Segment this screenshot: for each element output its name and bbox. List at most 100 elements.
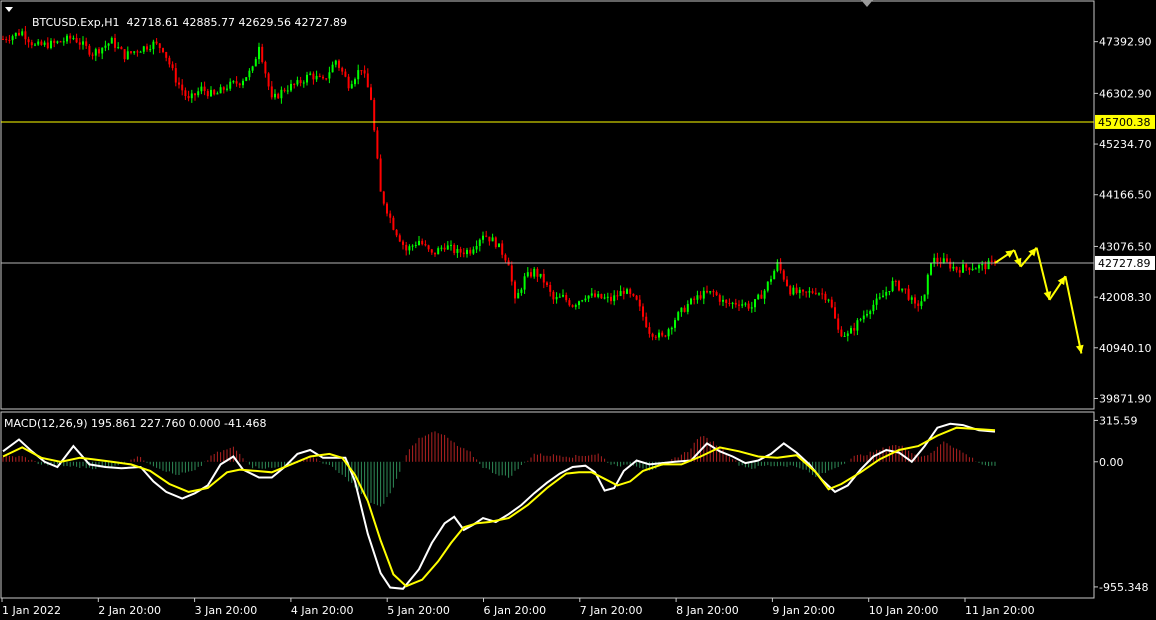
candle-body xyxy=(245,77,248,81)
candle-body xyxy=(434,252,436,255)
candle-body xyxy=(382,191,385,204)
candle-body xyxy=(645,316,648,328)
candle-body xyxy=(818,293,820,295)
candle-body xyxy=(312,73,315,80)
candle-body xyxy=(654,336,657,338)
chart-shift-icon[interactable] xyxy=(861,0,873,7)
candle-body xyxy=(325,78,328,80)
candle-body xyxy=(475,246,478,250)
macd-signal-line xyxy=(2,426,996,588)
candle-body xyxy=(469,249,472,254)
candle-body xyxy=(277,93,280,99)
candle-body xyxy=(203,86,206,92)
candle-body xyxy=(232,81,235,83)
candle-body xyxy=(536,268,539,277)
candle-body xyxy=(744,303,747,305)
candle-body xyxy=(152,41,155,50)
price-tick-label: 44166.50 xyxy=(1099,189,1152,202)
candle-body xyxy=(546,282,548,286)
candle-body xyxy=(494,237,497,248)
candle-body xyxy=(549,285,552,292)
candle-body xyxy=(542,273,545,283)
candle-body xyxy=(379,158,382,192)
candle-body xyxy=(405,244,408,251)
candle-body xyxy=(597,294,600,297)
candle-body xyxy=(341,67,344,72)
candle-body xyxy=(594,293,596,297)
candle-body xyxy=(181,84,184,91)
forecast-arrowhead xyxy=(1005,250,1015,258)
candle-body xyxy=(917,303,920,306)
candle-body xyxy=(677,312,680,321)
candle-body xyxy=(149,49,152,51)
candle-body xyxy=(955,266,958,271)
candle-body xyxy=(242,80,244,86)
candle-body xyxy=(309,73,312,75)
candle-body xyxy=(667,329,670,337)
price-tick-label: 39871.90 xyxy=(1099,392,1152,405)
candle-body xyxy=(446,245,449,250)
candle-body xyxy=(264,61,267,74)
candle-body xyxy=(306,74,308,83)
candle-body xyxy=(581,300,584,302)
candle-body xyxy=(987,260,990,270)
time-tick-label: 4 Jan 20:00 xyxy=(291,604,354,617)
time-tick-label: 11 Jan 20:00 xyxy=(965,604,1035,617)
candle-body xyxy=(402,241,404,245)
candle-body xyxy=(610,296,612,302)
candle-body xyxy=(936,257,939,263)
candle-body xyxy=(664,335,667,337)
candle-body xyxy=(376,130,379,159)
candle-body xyxy=(514,281,516,299)
candle-body xyxy=(805,291,808,293)
candle-body xyxy=(590,293,593,296)
candle-body xyxy=(318,75,321,77)
macd-axis: 315.59 0.00 -955.348 xyxy=(1094,414,1148,594)
candle-body xyxy=(222,87,225,90)
candle-body xyxy=(882,295,884,298)
candle-body xyxy=(88,45,91,55)
candle-body xyxy=(107,43,110,46)
candle-body xyxy=(629,289,632,294)
candle-body xyxy=(693,298,696,300)
symbol-menu-icon[interactable] xyxy=(5,7,13,12)
candle-body xyxy=(440,247,443,249)
candle-body xyxy=(197,91,200,96)
candle-body xyxy=(731,302,734,304)
time-tick-label: 1 Jan 2022 xyxy=(2,604,61,617)
candle-body xyxy=(875,298,878,305)
candle-body xyxy=(853,328,856,331)
time-tick-label: 3 Jan 20:00 xyxy=(195,604,258,617)
candle-body xyxy=(139,51,142,53)
candle-body xyxy=(363,70,366,74)
time-tick-label: 7 Jan 20:00 xyxy=(580,604,643,617)
candle-body xyxy=(165,52,168,58)
candle-body xyxy=(715,292,718,296)
candle-body xyxy=(466,249,468,255)
candle-body xyxy=(840,329,843,337)
candle-body xyxy=(856,320,859,331)
candle-body xyxy=(398,235,401,242)
candle-body xyxy=(722,299,724,302)
candle-body xyxy=(206,91,209,97)
candle-body xyxy=(699,295,702,299)
candle-body xyxy=(658,332,660,338)
candle-body xyxy=(328,72,331,79)
candle-body xyxy=(702,290,705,299)
candle-body xyxy=(824,293,827,300)
candle-body xyxy=(808,291,811,293)
candle-body xyxy=(622,291,625,294)
price-tick-label: 47392.90 xyxy=(1099,36,1152,49)
candle-body xyxy=(565,295,568,301)
chart-canvas[interactable]: 47392.90 46302.90 45234.70 44166.50 43076.50… xyxy=(0,0,1156,620)
candle-body xyxy=(686,303,689,312)
candle-body xyxy=(632,293,635,296)
candle-body xyxy=(530,272,532,277)
candle-body xyxy=(299,80,302,84)
candle-body xyxy=(2,38,4,40)
candle-body xyxy=(974,268,977,270)
price-tick-label: 43076.50 xyxy=(1099,240,1152,253)
macd-header: MACD(12,26,9) 195.861 227.760 0.000 -41.… xyxy=(4,417,267,430)
candle-body xyxy=(910,297,913,300)
candle-body xyxy=(85,41,88,46)
